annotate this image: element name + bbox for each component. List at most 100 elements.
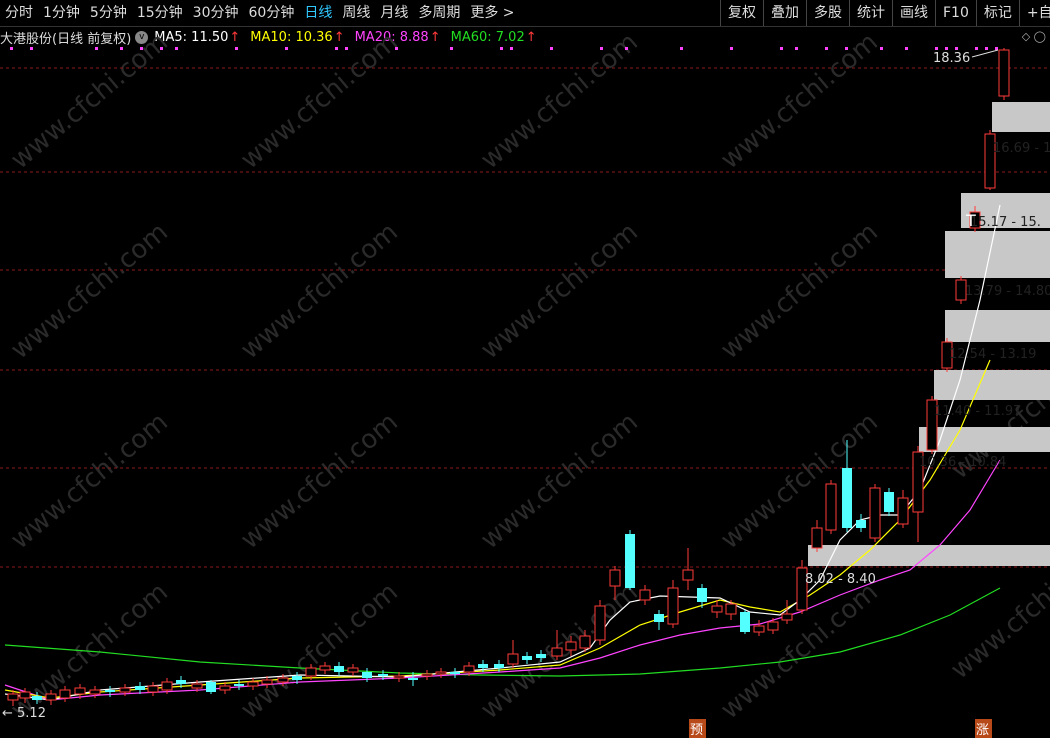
candle-body [522, 656, 532, 660]
range-label-4: 11.40 - 11.97 [934, 404, 1021, 419]
volume-profile-band [945, 231, 1050, 278]
volume-profile-band [992, 102, 1050, 132]
signal-dot [730, 47, 733, 50]
candle-body [408, 678, 418, 680]
watermark-text: www.cfchi.com [715, 407, 884, 555]
signal-dot [975, 47, 978, 50]
candle-body [362, 672, 372, 678]
watermark-text: www.cfchi.com [715, 27, 884, 175]
candle-body [781, 613, 793, 621]
candle-body [45, 693, 57, 701]
candle-body [725, 603, 737, 615]
candle-body [105, 690, 115, 692]
candle-body [811, 527, 823, 549]
signal-dot [160, 47, 163, 50]
candle-body [594, 605, 606, 641]
signal-dot [450, 47, 453, 50]
candle-body [565, 641, 577, 651]
candle-body [219, 685, 231, 691]
up-marker: 涨 [976, 723, 989, 738]
candle-body [161, 681, 173, 691]
candle-body [135, 686, 145, 690]
signal-dot [905, 47, 908, 50]
candle-body [478, 664, 488, 668]
signal-dot [10, 47, 13, 50]
watermark-text: www.cfchi.com [715, 217, 884, 365]
candle-body [998, 49, 1010, 97]
candle-body [740, 612, 750, 632]
signal-dot [985, 47, 988, 50]
candle-body [59, 689, 71, 699]
range-label-0: 16.69 - 1 [993, 141, 1050, 156]
candle-body [856, 520, 866, 528]
signal-dot [30, 47, 33, 50]
watermark-text: www.cfchi.com [5, 407, 174, 555]
range-label-3: 12.54 - 13.19 [949, 347, 1036, 362]
candle-body [435, 671, 447, 675]
signal-dot [625, 47, 628, 50]
signal-dot [845, 47, 848, 50]
signal-dot [335, 47, 338, 50]
candle-body [277, 677, 289, 683]
signal-dot [175, 47, 178, 50]
watermark-text: www.cfchi.com [235, 407, 404, 555]
watermark-text: www.cfchi.com [235, 577, 404, 725]
candle-body [494, 664, 504, 668]
candle-body [884, 492, 894, 512]
volume-profile-band [934, 370, 1050, 400]
signal-dot [955, 47, 958, 50]
candle-body [682, 569, 694, 581]
range-label-1: 15.17 - 15. [970, 215, 1041, 230]
signal-dot [500, 47, 503, 50]
candle-body [421, 673, 433, 677]
candle-body [639, 589, 651, 601]
candle-body [247, 681, 259, 687]
candle-body [292, 676, 302, 680]
candle-body [7, 693, 19, 701]
volume-profile-band [808, 545, 1050, 566]
cursor-marker: T [965, 211, 976, 230]
signal-dot [510, 47, 513, 50]
signal-dot [550, 47, 553, 50]
kline-chart[interactable]: www.cfchi.com www.cfchi.com www.cfchi.com w… [0, 0, 1050, 738]
signal-dot [345, 47, 348, 50]
signal-dot [680, 47, 683, 50]
volume-profile-band [945, 310, 1050, 342]
candle-body [753, 625, 765, 633]
watermark-text: www.cfchi.com [5, 217, 174, 365]
signal-dot [935, 47, 938, 50]
watermark-text: www.cfchi.com [475, 217, 644, 365]
watermark-text: www.cfchi.com [235, 217, 404, 365]
candle-body [74, 687, 86, 695]
candle-body [393, 675, 405, 679]
candle-body [536, 654, 546, 658]
signal-dot [995, 47, 998, 50]
candle-body [319, 665, 331, 671]
candle-body [378, 674, 388, 676]
candle-body [176, 680, 186, 684]
range-label-6: 8.02 - 8.40 [805, 572, 876, 587]
candle-body [507, 653, 519, 665]
candle-body [667, 587, 679, 625]
candle-body [234, 684, 244, 686]
signal-dot [140, 47, 143, 50]
candle-body [261, 679, 273, 685]
high-price-label: 18.36 [933, 51, 970, 66]
high-pointer [971, 49, 999, 58]
signal-dot [95, 47, 98, 50]
candle-body [869, 487, 881, 539]
signal-dot [285, 47, 288, 50]
candle-body [609, 569, 621, 587]
candle-body [842, 468, 852, 528]
candle-body [334, 666, 344, 672]
signal-dot [880, 47, 883, 50]
signal-dot [825, 47, 828, 50]
candle-body [206, 682, 216, 692]
low-price-label: ← 5.12 [2, 706, 46, 721]
range-label-5: 10.36 - 10.84 [919, 455, 1006, 470]
candle-body [697, 588, 707, 602]
watermark-text: www.cfchi.com [475, 407, 644, 555]
candle-body [89, 689, 101, 695]
candle-body [119, 687, 131, 693]
candle-body [897, 497, 909, 525]
